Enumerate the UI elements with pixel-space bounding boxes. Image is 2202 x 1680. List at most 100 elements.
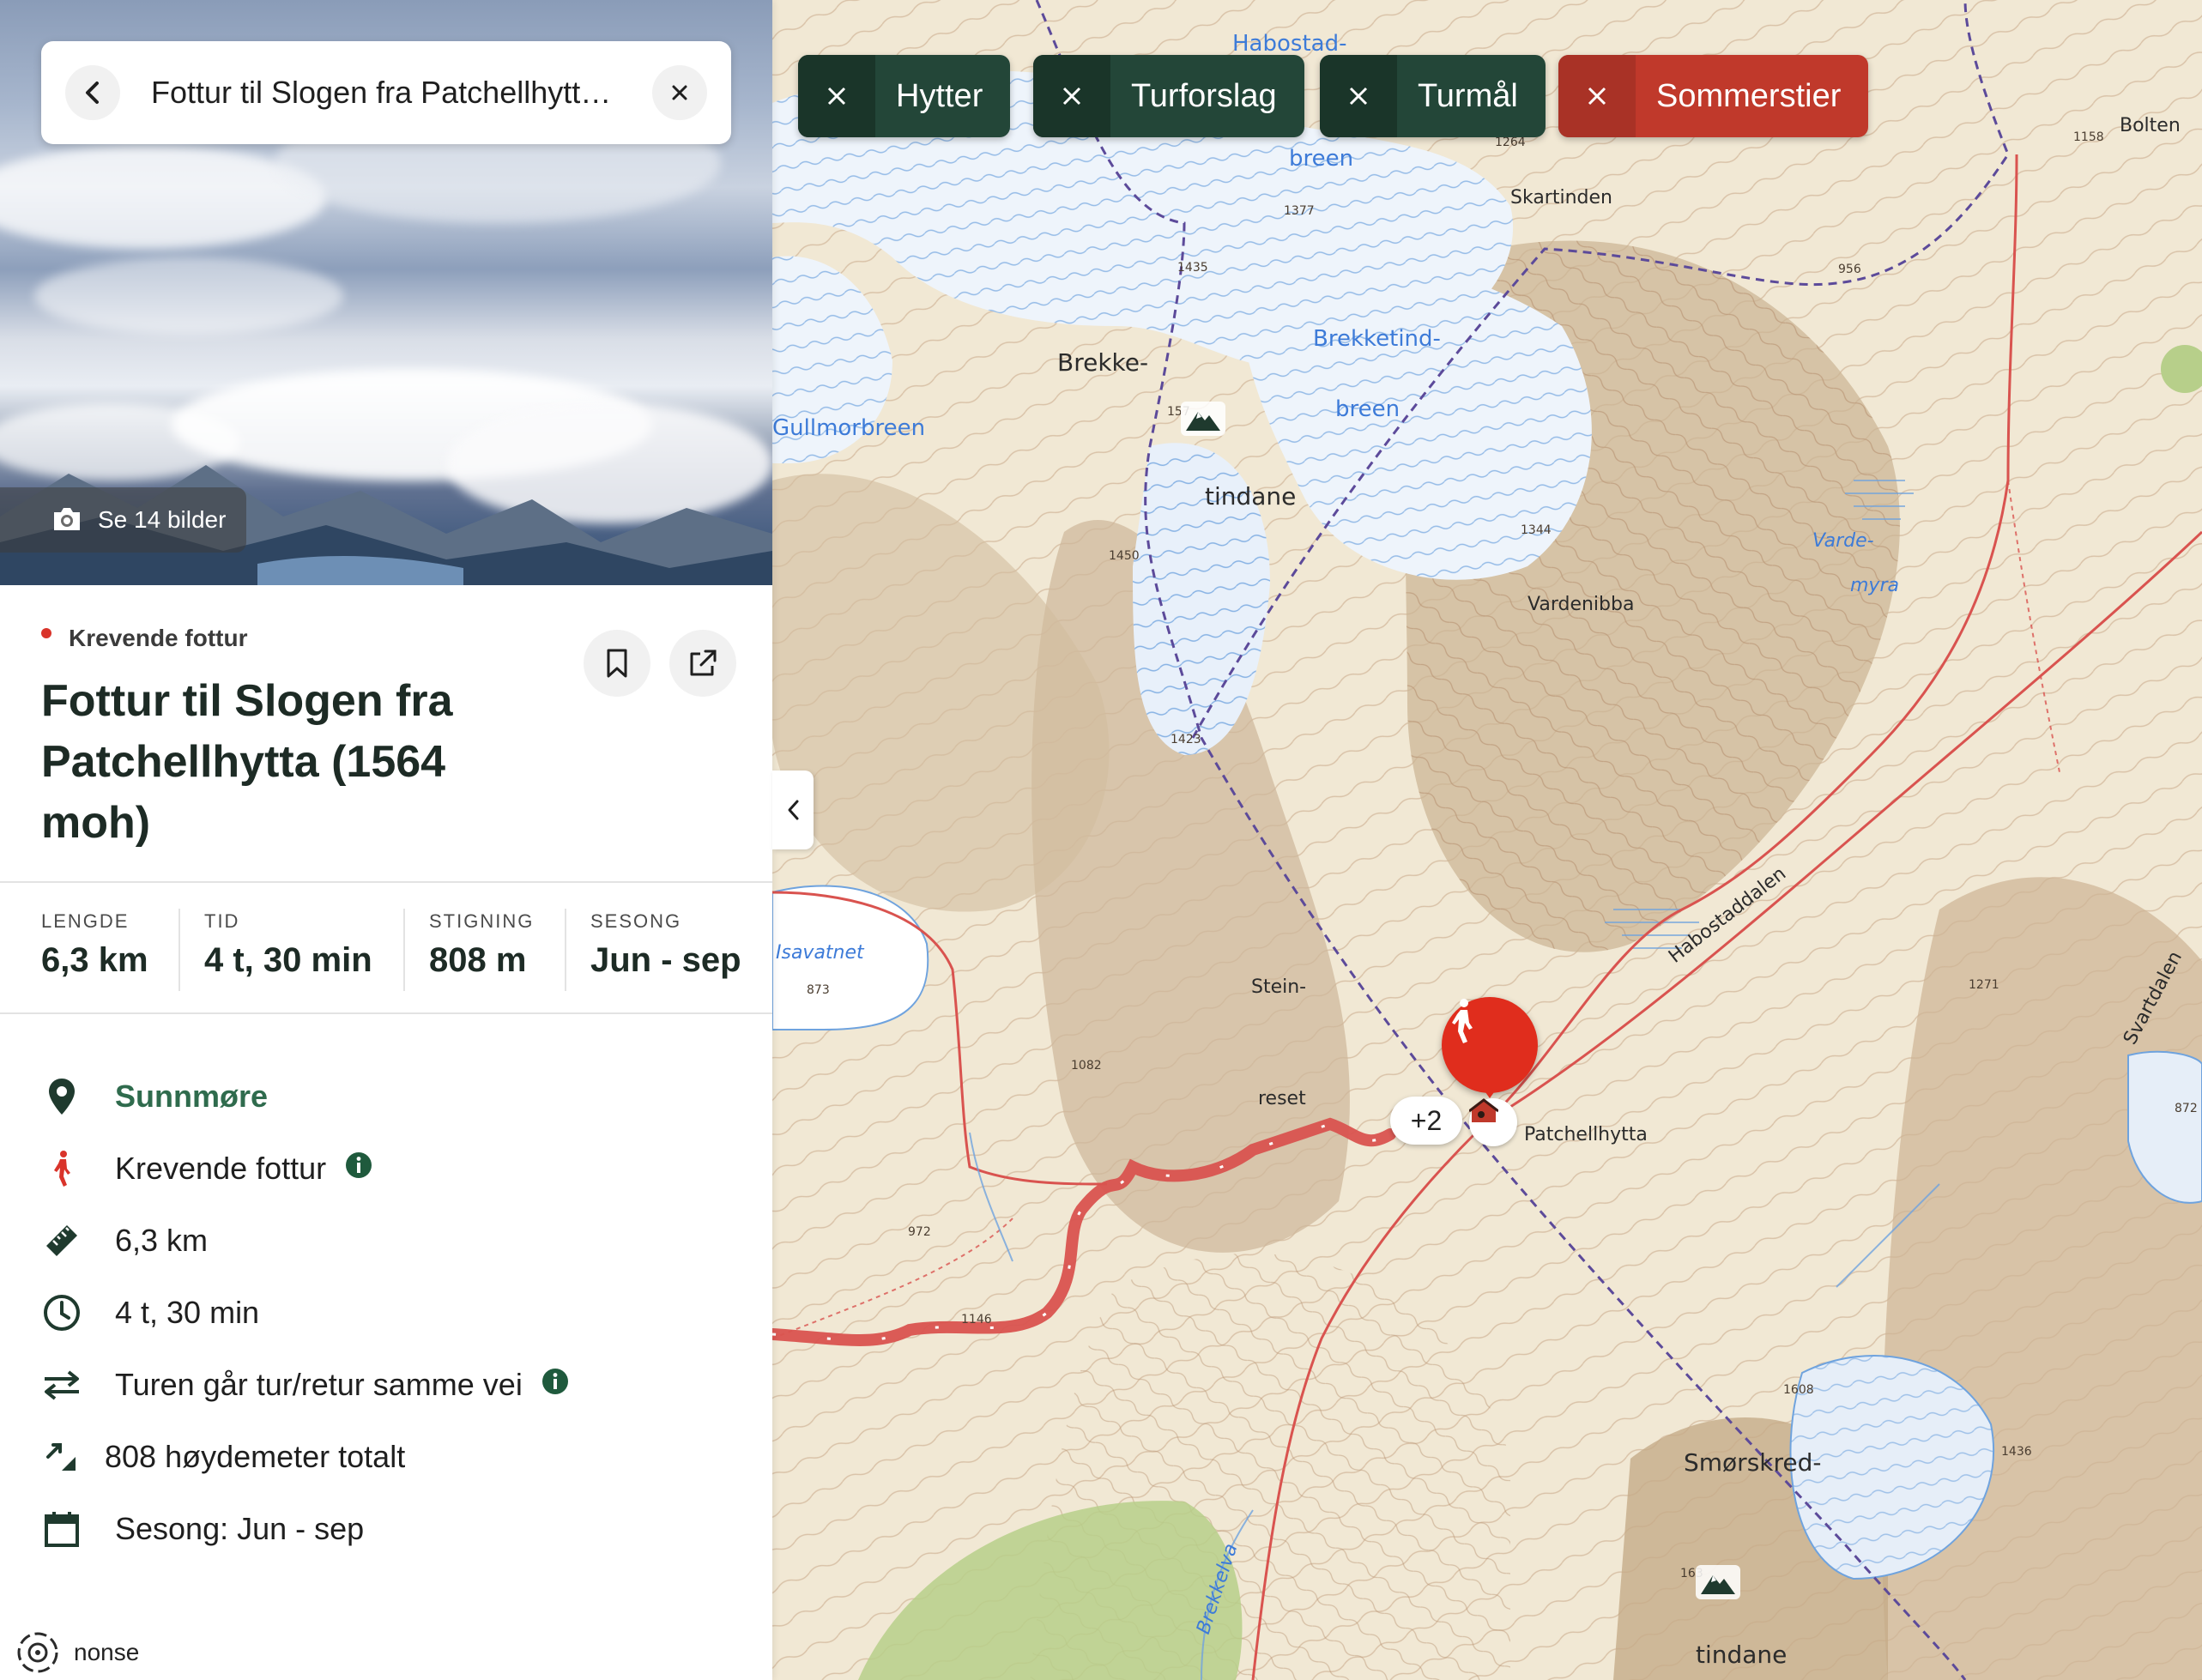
elevation-label: 1435 xyxy=(1177,261,1208,275)
detail-duration: 4 t, 30 min xyxy=(41,1292,259,1333)
chevron-left-icon xyxy=(788,800,799,820)
stat-season: SESONG Jun - sep xyxy=(590,910,741,980)
difficulty-tag-label: Krevende fottur xyxy=(69,625,248,651)
search-bar[interactable]: Fottur til Slogen fra Patchellhytta (156… xyxy=(41,41,731,144)
map-label: Brekke- xyxy=(1057,348,1149,377)
partner-logo-text: nonse xyxy=(74,1639,140,1665)
map-label: Bolten xyxy=(2120,115,2181,136)
elevation-label: 872 xyxy=(2175,1102,2198,1115)
detail-distance-text: 6,3 km xyxy=(115,1223,209,1258)
filter-chip-label: Turmål xyxy=(1418,77,1518,114)
filter-chip-turmal[interactable]: Turmål xyxy=(1320,55,1546,137)
elevation-label: 873 xyxy=(807,983,830,997)
map-label: Stein- xyxy=(1251,976,1307,998)
detail-difficulty-text: Krevende fottur xyxy=(115,1151,327,1186)
elevation-label: 1158 xyxy=(2073,130,2104,144)
elevation-label: 1377 xyxy=(1284,204,1315,218)
bookmark-button[interactable] xyxy=(584,630,650,697)
elevation-label: 1271 xyxy=(1969,978,1999,992)
cabin-label: Patchellhytta xyxy=(1524,1124,1648,1145)
elevation-label: 1436 xyxy=(2001,1445,2032,1459)
detail-season: Sesong: Jun - sep xyxy=(41,1508,364,1550)
map-label: Gullmorbreen xyxy=(772,415,926,441)
elevation-label: 956 xyxy=(1838,263,1861,276)
map-label: Smørskred- xyxy=(1684,1448,1822,1477)
divider xyxy=(178,909,180,991)
stat-value: 4 t, 30 min xyxy=(204,941,372,979)
clear-search-button[interactable] xyxy=(652,65,707,120)
detail-duration-text: 4 t, 30 min xyxy=(115,1295,260,1330)
close-icon[interactable] xyxy=(798,55,875,137)
collapse-panel-button[interactable] xyxy=(772,771,814,849)
elevation-label: 1082 xyxy=(1071,1059,1102,1073)
bookmark-icon xyxy=(607,649,627,678)
calendar-icon xyxy=(41,1508,82,1550)
map-label: Isavatnet xyxy=(776,942,864,964)
close-icon[interactable] xyxy=(1558,55,1636,137)
filter-chip-label: Turforslag xyxy=(1131,77,1277,114)
map-label: tindane xyxy=(1696,1641,1788,1669)
difficulty-dot-icon xyxy=(41,628,51,638)
stat-value: Jun - sep xyxy=(590,941,741,979)
elevation-label: 1450 xyxy=(1109,549,1140,563)
stat-label: TID xyxy=(204,910,240,932)
detail-elevation-text: 808 høydemeter totalt xyxy=(105,1439,406,1474)
elevation-icon xyxy=(41,1436,82,1478)
trip-detail-panel: Fottur til Slogen fra Patchellhytta (156… xyxy=(0,0,772,1680)
stat-label: SESONG xyxy=(590,910,682,932)
peak-marker-icon[interactable] xyxy=(1696,1565,1740,1599)
stat-label: STIGNING xyxy=(429,910,535,932)
view-photos-button[interactable]: Se 14 bilder xyxy=(0,487,247,553)
elevation-label: 972 xyxy=(908,1225,931,1239)
elevation-label: 1146 xyxy=(961,1313,992,1326)
elevation-label: 1264 xyxy=(1495,136,1526,149)
hiker-icon xyxy=(41,1148,82,1189)
partner-logo-icon xyxy=(17,1632,58,1673)
chevron-left-icon xyxy=(86,82,99,104)
clock-icon xyxy=(41,1292,82,1333)
map-label: Skartinden xyxy=(1510,187,1612,208)
stat-length: LENGDE 6,3 km xyxy=(41,910,148,980)
hiking-pin-icon[interactable] xyxy=(1442,997,1538,1098)
detail-difficulty: Krevende fottur xyxy=(41,1148,372,1189)
map-label: reset xyxy=(1258,1088,1306,1109)
difficulty-tag: Krevende fottur xyxy=(41,625,247,652)
filter-chip-sommerstier[interactable]: Sommerstier xyxy=(1558,55,1869,137)
map-label: breen xyxy=(1335,396,1400,422)
elevation-label: 1423 xyxy=(1171,733,1201,746)
elevation-label: 1344 xyxy=(1521,523,1552,537)
detail-season-text: Sesong: Jun - sep xyxy=(115,1511,365,1546)
detail-distance: 6,3 km xyxy=(41,1220,208,1261)
back-button[interactable] xyxy=(65,65,120,120)
filter-chip-label: Sommerstier xyxy=(1656,77,1842,114)
ruler-icon xyxy=(41,1220,82,1261)
filter-chip-hytter[interactable]: Hytter xyxy=(798,55,1011,137)
detail-region: Sunnmøre xyxy=(41,1076,268,1117)
detail-route-type: Turen går tur/retur samme vei xyxy=(41,1364,569,1405)
filter-chip-label: Hytter xyxy=(896,77,983,114)
map-label: Brekketind- xyxy=(1313,326,1441,352)
info-icon[interactable] xyxy=(345,1151,372,1187)
view-photos-label: Se 14 bilder xyxy=(98,506,227,533)
stat-ascent: STIGNING 808 m xyxy=(429,910,534,980)
trip-stats: LENGDE 6,3 km TID 4 t, 30 min STIGNING 8… xyxy=(0,881,772,1014)
close-icon[interactable] xyxy=(1320,55,1397,137)
map-label: Vardenibba xyxy=(1527,594,1635,615)
cluster-count-badge[interactable]: +2 xyxy=(1390,1097,1462,1145)
close-icon[interactable] xyxy=(1033,55,1110,137)
share-button[interactable] xyxy=(669,630,736,697)
info-icon[interactable] xyxy=(541,1367,569,1403)
elevation-label: 1608 xyxy=(1783,1383,1814,1397)
divider xyxy=(403,909,405,991)
round-trip-arrows-icon xyxy=(41,1364,82,1405)
external-link-icon xyxy=(690,650,717,676)
region-link[interactable]: Sunnmøre xyxy=(115,1079,268,1115)
peak-marker-icon[interactable] xyxy=(1181,402,1225,436)
stat-label: LENGDE xyxy=(41,910,130,932)
cabin-icon[interactable] xyxy=(1469,1098,1517,1146)
stat-value: 808 m xyxy=(429,941,527,979)
map-label: myra xyxy=(1850,575,1899,596)
filter-chip-turforslag[interactable]: Turforslag xyxy=(1033,55,1304,137)
close-icon xyxy=(672,85,687,100)
search-query-text[interactable]: Fottur til Slogen fra Patchellhytta (156… xyxy=(120,75,652,111)
